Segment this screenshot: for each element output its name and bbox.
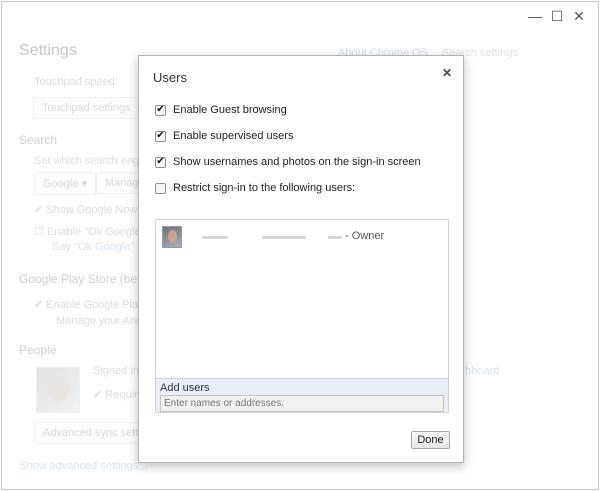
users-dialog: Users ✕ ✔ Enable Guest browsing ✔ Enable…	[138, 55, 464, 463]
show-usernames-photos-label: Show usernames and photos on the sign-in…	[173, 156, 421, 168]
restrict-sign-in-label: Restrict sign-in to the following users:	[173, 182, 356, 194]
owner-label: - Owner	[345, 230, 385, 242]
close-icon[interactable]: ✕	[439, 65, 455, 81]
user-avatar	[162, 226, 182, 248]
list-item[interactable]: - Owner	[162, 226, 442, 248]
add-users-input[interactable]	[160, 395, 444, 412]
enable-supervised-users-label: Enable supervised users	[173, 130, 294, 142]
redacted-email	[262, 236, 306, 239]
maximize-icon[interactable]: ☐	[546, 6, 568, 26]
enable-supervised-users-option[interactable]: ✔ Enable supervised users	[155, 130, 293, 142]
settings-window: Settings About Chrome OS Search settings…	[1, 1, 599, 490]
redacted-name	[202, 236, 228, 239]
checkbox-checked-icon[interactable]: ✔	[155, 104, 166, 116]
add-users-label: Add users	[160, 382, 210, 394]
close-window-icon[interactable]: ✕	[568, 6, 590, 26]
checkbox-unchecked-icon[interactable]	[155, 182, 166, 194]
enable-guest-browsing-label: Enable Guest browsing	[173, 104, 287, 116]
checkbox-checked-icon[interactable]: ✔	[155, 156, 166, 168]
dialog-title: Users	[153, 70, 187, 85]
add-users-panel: Add users	[155, 378, 449, 413]
minimize-icon[interactable]: —	[524, 6, 546, 26]
restrict-sign-in-option[interactable]: Restrict sign-in to the following users:	[155, 182, 355, 194]
window-controls: — ☐ ✕	[524, 6, 590, 26]
checkbox-checked-icon[interactable]: ✔	[155, 130, 166, 142]
done-button[interactable]: Done	[411, 431, 450, 449]
enable-guest-browsing-option[interactable]: ✔ Enable Guest browsing	[155, 104, 287, 116]
redacted-domain	[328, 236, 342, 239]
show-usernames-photos-option[interactable]: ✔ Show usernames and photos on the sign-…	[155, 156, 421, 168]
